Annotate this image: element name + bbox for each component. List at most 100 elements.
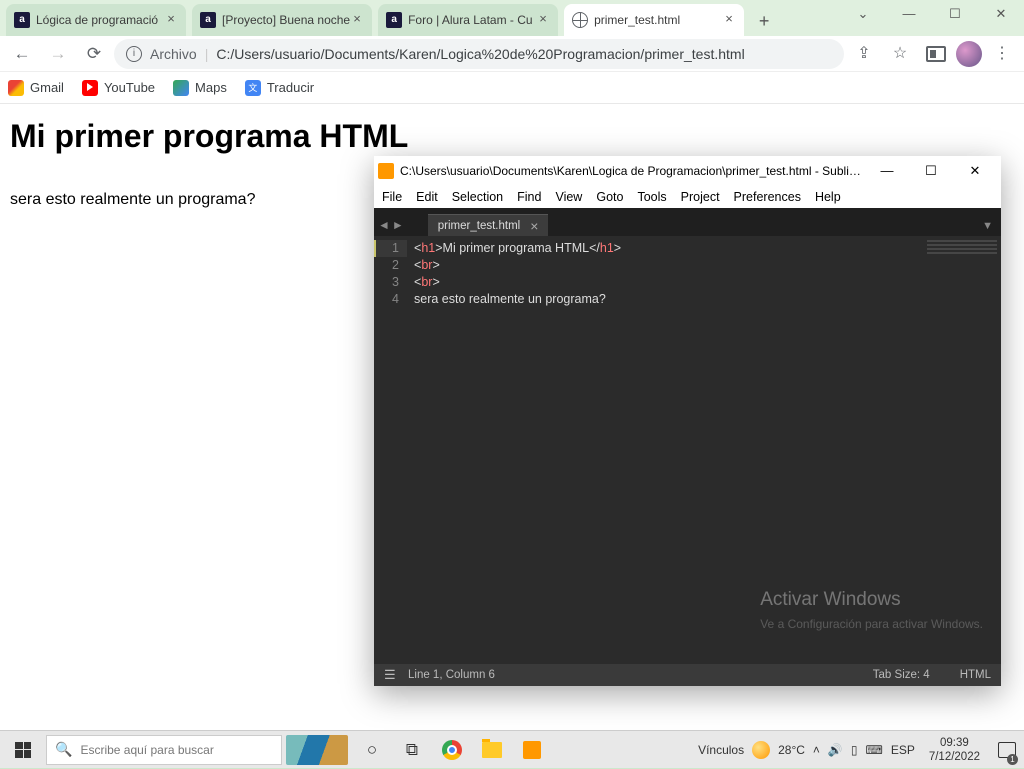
close-icon[interactable]: × [350,13,364,27]
news-widget[interactable] [286,735,348,765]
input-language[interactable]: ESP [891,743,915,757]
chrome-icon [442,740,462,760]
task-view-icon[interactable]: ⧉ [392,731,432,769]
tab-0[interactable]: a Lógica de programació × [6,4,186,36]
status-position[interactable]: Line 1, Column 6 [408,669,495,681]
links-label[interactable]: Vínculos [698,743,744,757]
menu-file[interactable]: File [382,190,402,204]
youtube-icon [82,80,98,96]
arrow-left-icon[interactable]: ◄ [378,218,390,232]
tab-strip: a Lógica de programació × a [Proyecto] B… [0,0,1024,36]
bookmarks-bar: Gmail YouTube Maps 文 Traducir [0,72,1024,104]
menu-edit[interactable]: Edit [416,190,438,204]
tab-title: [Proyecto] Buena noche [222,13,350,27]
minimize-button[interactable]: — [886,0,932,30]
sublime-maximize-button[interactable]: ☐ [909,163,953,179]
battery-icon[interactable]: ▯ [851,743,858,757]
notification-count: 1 [1007,754,1018,765]
taskbar-sublime[interactable] [512,731,552,769]
sublime-tab-arrows: ◄ ► [374,218,408,236]
star-icon[interactable]: ☆ [884,38,916,70]
back-button[interactable]: ← [6,38,38,70]
notifications-button[interactable]: 1 [994,731,1020,769]
tab-title: primer_test.html [594,13,722,27]
bookmark-label: YouTube [104,80,155,95]
sublime-icon [523,741,541,759]
menu-view[interactable]: View [555,190,582,204]
bookmark-gmail[interactable]: Gmail [8,80,64,96]
taskbar-explorer[interactable] [472,731,512,769]
taskbar-search[interactable]: 🔍 Escribe aquí para buscar [46,735,282,765]
menu-tools[interactable]: Tools [637,190,666,204]
forward-button[interactable]: → [42,38,74,70]
close-icon[interactable]: × [722,13,736,27]
bookmark-youtube[interactable]: YouTube [82,80,155,96]
sublime-title-text: C:\Users\usuario\Documents\Karen\Logica … [400,164,865,178]
url-scheme-label: Archivo [150,46,197,62]
status-tab-size[interactable]: Tab Size: 4 [873,669,930,681]
search-icon: 🔍 [55,741,72,758]
sublime-logo-icon [378,163,394,179]
minimap[interactable] [927,240,997,258]
globe-icon [572,12,588,28]
menu-help[interactable]: Help [815,190,841,204]
sublime-tab-active[interactable]: primer_test.html × [428,214,549,236]
bookmark-label: Traducir [267,80,314,95]
sublime-title-bar[interactable]: C:\Users\usuario\Documents\Karen\Logica … [374,156,1001,186]
keyboard-icon[interactable]: ⌨ [865,743,882,757]
code-line-4: sera esto realmente un programa? [414,291,621,308]
tab-3-active[interactable]: primer_test.html × [564,4,744,36]
menu-selection[interactable]: Selection [452,190,503,204]
close-icon[interactable]: × [530,218,538,234]
sublime-minimize-button[interactable]: — [865,163,909,179]
share-icon[interactable]: ⇪ [848,38,880,70]
menu-preferences[interactable]: Preferences [734,190,801,204]
sublime-tab-label: primer_test.html [438,220,520,232]
alura-icon: a [386,12,402,28]
sublime-window: C:\Users\usuario\Documents\Karen\Logica … [374,156,1001,686]
maps-icon [173,80,189,96]
new-tab-button[interactable]: + [750,8,778,36]
alura-icon: a [14,12,30,28]
system-tray: Vínculos 28°C ˄ 🔊 ▯ ⌨ ESP 09:39 7/12/202… [698,731,1024,769]
maximize-button[interactable]: ☐ [932,0,978,30]
close-icon[interactable]: × [164,13,178,27]
chevron-down-icon[interactable]: ⌄ [840,0,886,30]
bookmark-label: Gmail [30,80,64,95]
chevron-down-icon[interactable]: ▼ [974,216,1001,236]
reload-button[interactable]: ⟳ [78,38,110,70]
code-area[interactable]: <h1>Mi primer programa HTML</h1> <br> <b… [408,236,627,664]
line-number: 1 [374,240,407,257]
status-language[interactable]: HTML [960,669,991,681]
sidebar-toggle-icon[interactable]: ☰ [384,667,402,683]
bookmark-maps[interactable]: Maps [173,80,227,96]
bookmark-translate[interactable]: 文 Traducir [245,80,314,96]
menu-project[interactable]: Project [681,190,720,204]
page-heading: Mi primer programa HTML [10,118,1014,155]
sublime-editor[interactable]: 1 2 3 4 <h1>Mi primer programa HTML</h1>… [374,236,1001,664]
bookmark-label: Maps [195,80,227,95]
clock[interactable]: 09:39 7/12/2022 [923,736,986,764]
arrow-right-icon[interactable]: ► [392,218,404,232]
close-button[interactable]: ✕ [978,0,1024,30]
tab-2[interactable]: a Foro | Alura Latam - Cu × [378,4,558,36]
volume-icon[interactable]: 🔊 [828,743,843,757]
gmail-icon [8,80,24,96]
tab-title: Lógica de programació [36,13,164,27]
code-line-2: <br> [414,257,621,274]
tab-1[interactable]: a [Proyecto] Buena noche × [192,4,372,36]
profile-avatar[interactable] [956,41,982,67]
menu-icon[interactable]: ⋮ [986,38,1018,70]
temperature[interactable]: 28°C [778,743,805,757]
sublime-close-button[interactable]: ✕ [953,163,997,179]
extensions-icon[interactable] [926,46,946,62]
start-button[interactable] [0,731,46,769]
info-icon[interactable]: i [126,46,142,62]
cortana-icon[interactable]: ○ [352,731,392,769]
menu-goto[interactable]: Goto [596,190,623,204]
menu-find[interactable]: Find [517,190,541,204]
chevron-up-icon[interactable]: ˄ [813,743,820,757]
url-field[interactable]: i Archivo | C:/Users/usuario/Documents/K… [114,39,844,69]
close-icon[interactable]: × [536,13,550,27]
taskbar-chrome[interactable] [432,731,472,769]
